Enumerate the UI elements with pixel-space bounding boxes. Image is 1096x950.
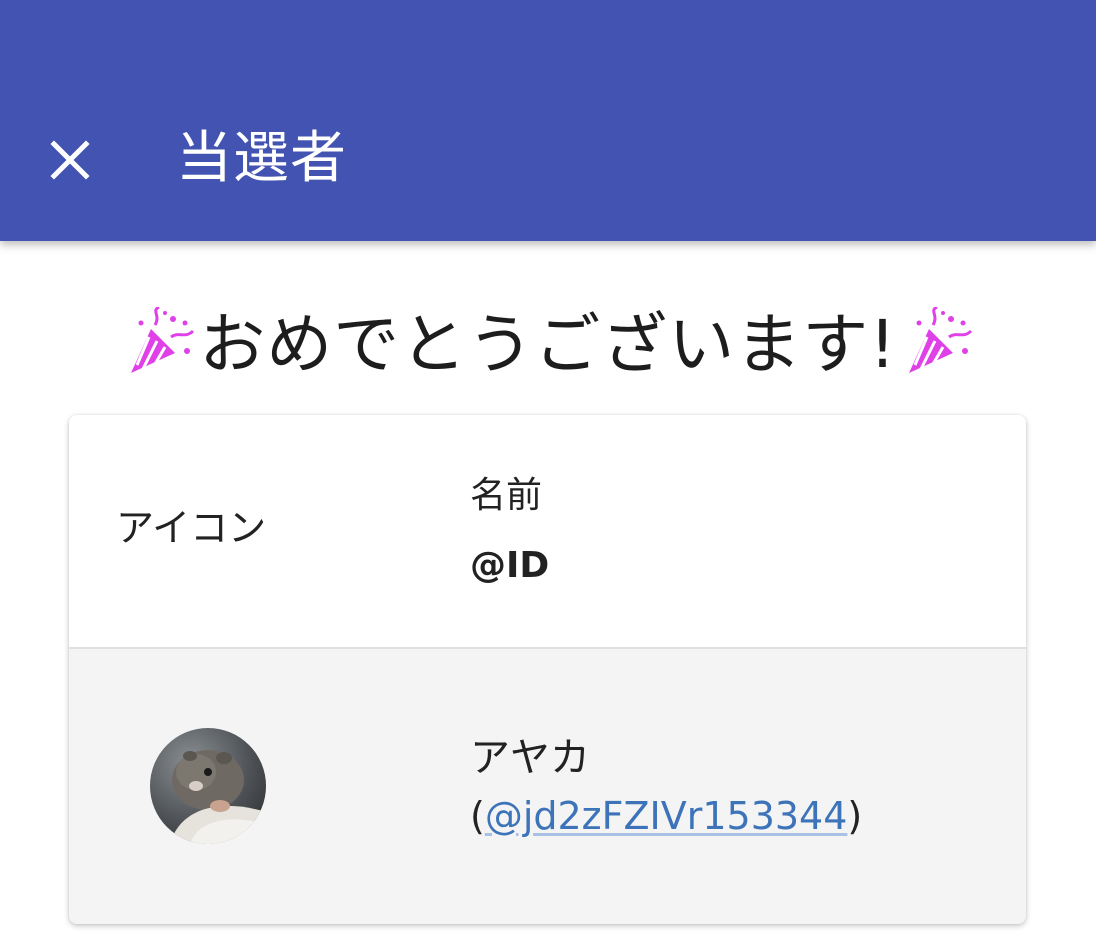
- app-bar: 当選者: [0, 0, 1096, 241]
- id-open-paren: (: [470, 794, 485, 838]
- party-popper-icon: [131, 307, 195, 373]
- winner-name: アヤカ: [470, 735, 590, 781]
- table-row: アヤカ (@jd2zFZIVr153344): [69, 649, 1026, 924]
- congratulations-text: おめでとうございます!: [199, 306, 897, 383]
- winners-table: アイコン 名前 @ID アヤカ (@jd2zFZIVr153344): [69, 415, 1026, 924]
- hamster-avatar-image: [150, 728, 266, 844]
- column-header-icon: アイコン: [116, 506, 267, 550]
- congratulations-banner: おめでとうございます!: [0, 300, 1096, 390]
- party-popper-icon: [908, 307, 972, 373]
- avatar: [150, 728, 266, 844]
- winner-id: (@jd2zFZIVr153344): [470, 791, 862, 841]
- column-header-id: @ID: [470, 545, 550, 586]
- page-title: 当選者: [176, 126, 347, 191]
- column-header-name: 名前: [470, 475, 543, 516]
- table-header: アイコン 名前 @ID: [69, 415, 1026, 649]
- id-close-paren: ): [847, 794, 863, 838]
- close-button[interactable]: [36, 126, 104, 194]
- winner-id-link[interactable]: @jd2zFZIVr153344: [485, 794, 848, 838]
- close-icon: [50, 140, 90, 180]
